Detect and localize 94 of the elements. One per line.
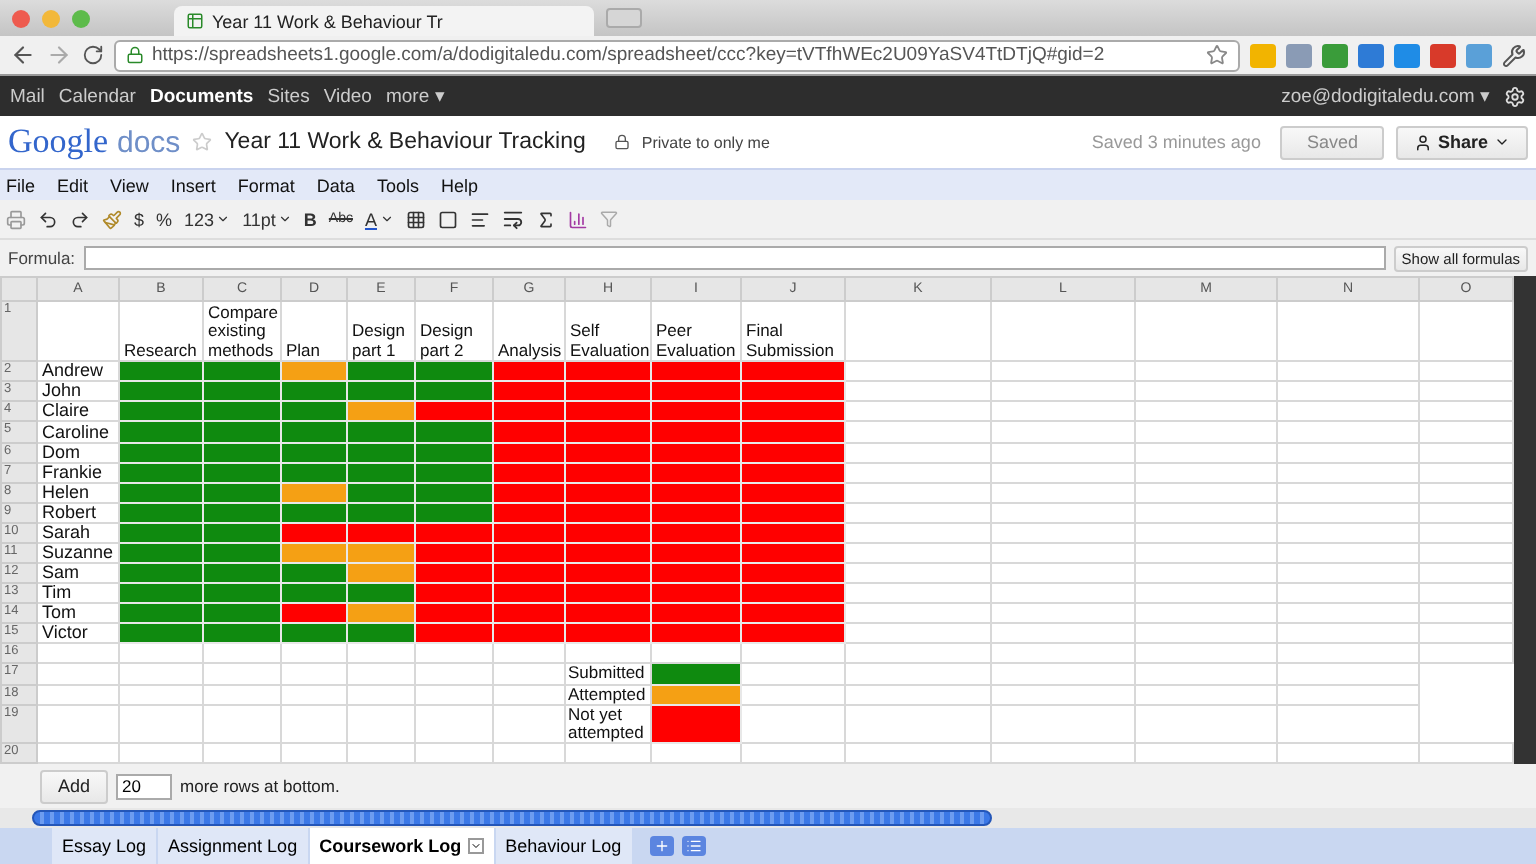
caret-icon: [216, 212, 231, 226]
nav-link[interactable]: more ▾: [385, 84, 445, 108]
document-title[interactable]: Year 11 Work & Behaviour Tracking: [224, 130, 586, 154]
nav-link[interactable]: Video: [323, 85, 372, 107]
menu-item[interactable]: Format: [237, 175, 295, 195]
extension-icon[interactable]: [1358, 43, 1384, 67]
share-button[interactable]: Share: [1395, 125, 1528, 159]
print-icon[interactable]: [6, 209, 26, 229]
column-heading: Design part 2: [420, 320, 473, 360]
menu-item[interactable]: Edit: [57, 175, 89, 195]
column-heading: Analysis: [498, 339, 562, 360]
borders-icon[interactable]: [437, 209, 457, 229]
dropdown-icon[interactable]: [467, 838, 484, 854]
lock-icon: [613, 134, 630, 150]
browser-tab[interactable]: Year 11 Work & Behaviour Tr: [174, 6, 594, 36]
column-heading: Research: [124, 339, 197, 360]
align-icon[interactable]: [469, 209, 489, 229]
table-cell: Robert: [37, 502, 119, 523]
undo-icon[interactable]: [38, 209, 58, 229]
back-icon[interactable]: [10, 42, 36, 68]
table-cell: Helen: [37, 482, 119, 503]
text-color-button[interactable]: A: [364, 209, 393, 229]
table-cell: Victor: [37, 623, 119, 644]
menu-item[interactable]: View: [110, 175, 149, 195]
forward-icon[interactable]: [46, 42, 72, 68]
caret-icon: [277, 212, 292, 226]
sum-icon[interactable]: [535, 209, 555, 229]
font-size-button[interactable]: 11pt: [242, 209, 292, 229]
privacy-label: Private to only me: [641, 133, 770, 151]
sheet-tab[interactable]: Coursework Log: [309, 828, 494, 864]
list-icon: [685, 838, 702, 854]
number-format-button[interactable]: 123: [184, 209, 231, 229]
lock-icon: [126, 46, 144, 64]
legend-label: Not yet attempted: [568, 705, 644, 742]
column-heading: Plan: [286, 339, 321, 360]
person-icon: [1413, 133, 1432, 151]
row-count-field[interactable]: 20: [116, 773, 173, 799]
star-icon[interactable]: [192, 132, 213, 152]
chart-icon[interactable]: [567, 209, 587, 229]
spreadsheet-icon: [186, 12, 204, 30]
menu-item[interactable]: Tools: [376, 175, 419, 195]
reload-icon[interactable]: [82, 44, 104, 66]
legend-label: Attempted: [568, 685, 646, 704]
redo-icon[interactable]: [70, 209, 90, 229]
docs-logo: Google docs: [8, 122, 181, 162]
nav-link[interactable]: Mail: [10, 85, 45, 107]
add-rows-button[interactable]: Add: [40, 769, 109, 803]
caret-icon: [1494, 134, 1510, 150]
nav-link[interactable]: Documents: [149, 85, 254, 107]
close-window-icon[interactable]: [12, 9, 30, 27]
table-cell: Dom: [37, 442, 119, 463]
account-menu[interactable]: zoe@dodigitaledu.com ▾: [1281, 84, 1490, 108]
wrench-icon[interactable]: [1502, 43, 1526, 67]
settings-icon[interactable]: [1504, 85, 1526, 107]
caret-icon: [379, 212, 393, 226]
scrollbar-thumb[interactable]: [32, 810, 992, 826]
add-sheet-button[interactable]: [649, 836, 674, 856]
column-heading: Compare existing methods: [208, 303, 278, 360]
formula-field[interactable]: [83, 246, 1386, 270]
sheet-tab[interactable]: Behaviour Log: [495, 828, 632, 864]
column-heading: Peer Evaluation: [656, 320, 736, 360]
table-cell: Frankie: [37, 462, 119, 483]
paint-format-icon[interactable]: [102, 209, 122, 229]
extension-icon[interactable]: [1430, 43, 1456, 67]
sheet-tab[interactable]: Essay Log: [52, 828, 157, 864]
extension-icon[interactable]: [1466, 43, 1492, 67]
nav-link[interactable]: Calendar: [58, 85, 136, 107]
wrap-text-icon[interactable]: [501, 208, 523, 230]
address-field[interactable]: https://spreadsheets1.google.com/a/dodigitaledu.com/spreadsheet/ccc?key=tVTfhWEc2U09YaSV4TtDTjQ#gid=2: [114, 39, 1240, 71]
formula-label: Formula:: [8, 248, 76, 268]
legend-label: Submitted: [568, 664, 645, 683]
currency-button[interactable]: $: [134, 209, 145, 229]
bold-button[interactable]: B: [303, 209, 317, 229]
sheet-tab[interactable]: Assignment Log: [158, 828, 308, 864]
column-heading: Final Submission: [746, 320, 834, 360]
menu-item[interactable]: File: [6, 175, 36, 195]
menu-item[interactable]: Data: [316, 175, 355, 195]
column-heading: Self Evaluation: [570, 320, 649, 360]
table-cell: Sarah: [37, 522, 119, 543]
extension-icon[interactable]: [1394, 43, 1420, 67]
plus-icon: [653, 838, 670, 854]
save-status: Saved 3 minutes ago: [1091, 132, 1261, 152]
table-cell: Caroline: [37, 421, 119, 443]
add-rows-label: more rows at bottom.: [180, 776, 340, 796]
filter-icon[interactable]: [599, 210, 617, 228]
percent-button[interactable]: %: [156, 209, 173, 229]
sheet-list-button[interactable]: [681, 836, 706, 856]
nav-link[interactable]: Sites: [267, 85, 310, 107]
extension-icon[interactable]: [1322, 43, 1348, 67]
menu-item[interactable]: Help: [440, 175, 478, 195]
extension-icon[interactable]: [1286, 43, 1312, 67]
menu-item[interactable]: Insert: [170, 175, 216, 195]
star-icon[interactable]: [1206, 44, 1228, 66]
column-heading: Design part 1: [352, 320, 405, 360]
